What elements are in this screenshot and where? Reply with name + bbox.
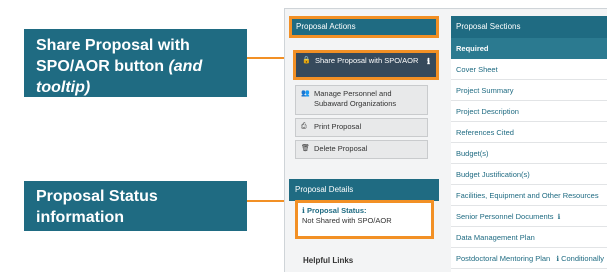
proposal-sections-header: Proposal Sections	[451, 16, 607, 38]
proposal-status-label: Proposal Status:	[306, 206, 367, 215]
section-facilities[interactable]: Facilities, Equipment and Other Resource…	[451, 185, 607, 206]
lock-icon: 🔒	[302, 57, 311, 64]
helpful-links-heading: Helpful Links	[303, 256, 354, 265]
delete-proposal-label: Delete Proposal	[314, 144, 368, 153]
users-icon: 👥	[301, 90, 310, 97]
right-panel: Proposal Sections Required Cover Sheet P…	[451, 16, 607, 272]
proposal-sections-list: Required Cover Sheet Project Summary Pro…	[451, 38, 607, 269]
info-icon: ℹ	[556, 256, 559, 263]
manage-personnel-button[interactable]: 👥 Manage Personnel and Subaward Organiza…	[295, 85, 428, 115]
print-proposal-label: Print Proposal	[314, 122, 362, 131]
callout-share-main: Share Proposal with SPO/AOR button	[36, 37, 190, 75]
callout-proposal-status: Proposal Status information	[24, 181, 247, 231]
trash-icon: 🗑	[301, 145, 310, 152]
conditionally-label: Conditionally	[561, 254, 605, 263]
proposal-screenshot: Proposal Actions 🔒 Share Proposal with S…	[284, 8, 607, 272]
delete-proposal-button[interactable]: 🗑 Delete Proposal	[295, 140, 428, 159]
section-postdoc-mentoring[interactable]: Postdoctoral Mentoring Plan ℹ Conditiona…	[451, 248, 607, 269]
info-icon[interactable]: ℹ	[558, 214, 561, 221]
section-budgets[interactable]: Budget(s)	[451, 143, 607, 164]
section-references-cited[interactable]: References Cited	[451, 122, 607, 143]
share-proposal-button[interactable]: 🔒 Share Proposal with SPO/AOR ℹ	[293, 50, 439, 80]
info-icon: ℹ	[302, 206, 305, 215]
section-senior-personnel[interactable]: Senior Personnel Documents ℹ	[451, 206, 607, 227]
info-icon[interactable]: ℹ	[427, 57, 430, 67]
required-group-header: Required	[451, 38, 607, 59]
section-senior-personnel-label: Senior Personnel Documents	[456, 212, 554, 221]
callout-status-text: Proposal Status information	[36, 188, 158, 226]
manage-personnel-label: Manage Personnel and Subaward Organizati…	[314, 89, 397, 108]
section-data-management-plan[interactable]: Data Management Plan	[451, 227, 607, 248]
section-postdoc-mentoring-label: Postdoctoral Mentoring Plan	[456, 254, 551, 263]
section-project-description[interactable]: Project Description	[451, 101, 607, 122]
proposal-status-box: ℹ Proposal Status: Not Shared with SPO/A…	[295, 200, 434, 239]
left-panel: Proposal Actions 🔒 Share Proposal with S…	[289, 16, 445, 272]
section-project-summary[interactable]: Project Summary	[451, 80, 607, 101]
print-proposal-button[interactable]: ⎙ Print Proposal	[295, 118, 428, 137]
print-icon: ⎙	[301, 123, 307, 130]
proposal-actions-header: Proposal Actions	[289, 16, 439, 38]
share-proposal-label: Share Proposal with SPO/AOR	[315, 56, 419, 65]
section-budget-justifications[interactable]: Budget Justification(s)	[451, 164, 607, 185]
proposal-status-value: Not Shared with SPO/AOR	[302, 216, 392, 225]
section-cover-sheet[interactable]: Cover Sheet	[451, 59, 607, 80]
proposal-details-header: Proposal Details	[289, 179, 439, 201]
callout-share-proposal: Share Proposal with SPO/AOR button (and …	[24, 29, 247, 97]
